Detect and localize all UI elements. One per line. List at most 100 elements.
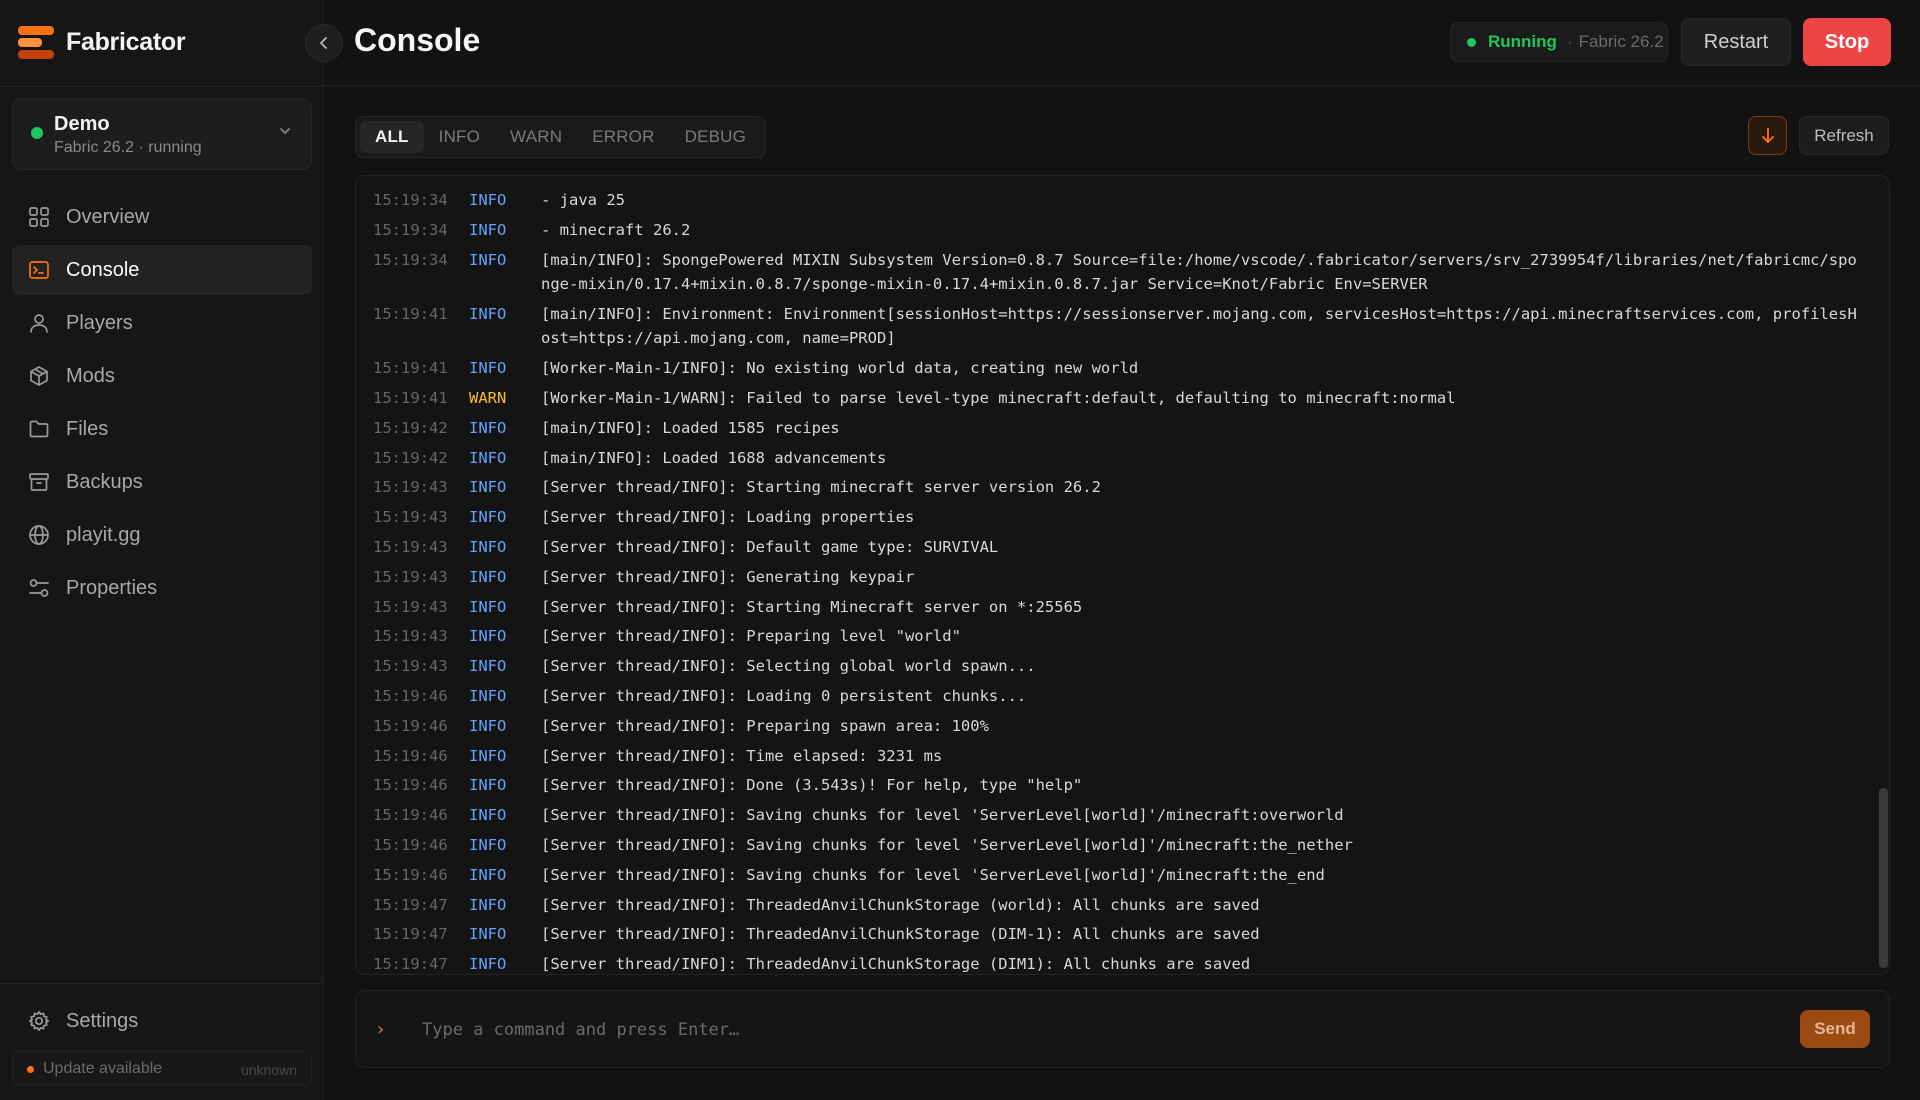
log-level: WARN xyxy=(469,388,507,407)
log-timestamp: 15:19:43 xyxy=(373,478,448,497)
filter-tab-debug[interactable]: DEBUG xyxy=(670,121,761,153)
command-bar: › Send xyxy=(355,990,1890,1068)
log-row: 15:19:46 INFO [Server thread/INFO]: Saving… xyxy=(356,801,1876,831)
log-message: [Server thread/INFO]: Saving chunks for … xyxy=(541,806,1344,825)
log-timestamp: 15:19:43 xyxy=(373,508,448,527)
log-timestamp: 15:19:46 xyxy=(373,746,448,765)
sidebar-item-console[interactable]: Console xyxy=(12,245,312,295)
server-name: Demo xyxy=(54,113,110,135)
status-separator: · xyxy=(1566,32,1573,51)
log-message: [Server thread/INFO]: ThreadedAnvilChunk… xyxy=(541,955,1251,974)
log-level: INFO xyxy=(469,865,507,884)
sidebar: Fabricator Demo Fabric 26.2 · running Ov… xyxy=(0,0,324,1100)
status-dot xyxy=(1467,37,1476,47)
log-row: 15:19:41 INFO [main/INFO]: Environment: En… xyxy=(356,300,1876,354)
sidebar-item-label: Backups xyxy=(66,470,143,493)
log-timestamp: 15:19:43 xyxy=(373,567,448,586)
log-level: INFO xyxy=(469,776,507,795)
log-row: 15:19:42 INFO [main/INFO]: Loaded 1585 rec… xyxy=(356,414,1876,444)
sidebar-item-playit[interactable]: playit.gg xyxy=(12,510,312,560)
log-message: [Server thread/INFO]: Preparing spawn ar… xyxy=(541,716,989,735)
log-level: INFO xyxy=(469,806,507,825)
log-message: [Server thread/INFO]: Default game type:… xyxy=(541,537,999,556)
log-message: [main/INFO]: Environment: Environment[se… xyxy=(541,304,1857,348)
filter-tab-error[interactable]: ERROR xyxy=(577,121,669,153)
brand[interactable]: Fabricator xyxy=(18,22,186,62)
log-level: INFO xyxy=(469,657,507,676)
log-message: [main/INFO]: SpongePowered MIXIN Subsyst… xyxy=(541,250,1857,294)
log-row: 15:19:46 INFO [Server thread/INFO]: Saving… xyxy=(356,861,1876,891)
log-row: 15:19:43 INFO [Server thread/INFO]: Genera… xyxy=(356,563,1876,593)
log-level: INFO xyxy=(469,418,507,437)
log-row: 15:19:46 INFO [Server thread/INFO]: Time e… xyxy=(356,742,1876,772)
globe-icon xyxy=(28,524,50,546)
folder-icon xyxy=(28,418,50,440)
page-title: Console xyxy=(354,22,481,58)
log-scrollbar[interactable] xyxy=(1879,788,1888,968)
log-message: [main/INFO]: Loaded 1585 recipes xyxy=(541,418,840,437)
log-message: [Server thread/INFO]: ThreadedAnvilChunk… xyxy=(541,895,1260,914)
log-timestamp: 15:19:43 xyxy=(373,537,448,556)
collapse-sidebar-button[interactable] xyxy=(305,24,343,62)
status-version: Fabric 26.2 xyxy=(1578,32,1664,51)
log-row: 15:19:43 INFO [Server thread/INFO]: Starti… xyxy=(356,473,1876,503)
log-timestamp: 15:19:43 xyxy=(373,597,448,616)
send-button[interactable]: Send xyxy=(1800,1010,1870,1048)
filter-tab-info[interactable]: INFO xyxy=(424,121,495,153)
server-selector[interactable]: Demo Fabric 26.2 · running xyxy=(12,98,312,170)
sidebar-item-label: Overview xyxy=(66,205,150,228)
log-row: 15:19:46 INFO [Server thread/INFO]: Done (… xyxy=(356,771,1876,801)
log-row: 15:19:43 INFO [Server thread/INFO]: Starti… xyxy=(356,593,1876,623)
log-message: [Server thread/INFO]: Starting Minecraft… xyxy=(541,597,1083,616)
log-timestamp: 15:19:46 xyxy=(373,865,448,884)
sidebar-item-properties[interactable]: Properties xyxy=(12,563,312,613)
update-available-pill[interactable]: Update available unknown xyxy=(12,1050,312,1086)
sidebar-item-label: Mods xyxy=(66,364,115,387)
log-timestamp: 15:19:42 xyxy=(373,448,448,467)
log-message: [Server thread/INFO]: Loading properties xyxy=(541,508,915,527)
sidebar-item-mods[interactable]: Mods xyxy=(12,351,312,401)
log-message: [Server thread/INFO]: Starting minecraft… xyxy=(541,478,1101,497)
log-level: INFO xyxy=(469,359,507,378)
server-subtitle: Fabric 26.2 · running xyxy=(54,139,202,156)
server-status-dot xyxy=(31,127,43,139)
log-message: [Server thread/INFO]: Generating keypair xyxy=(541,567,915,586)
scroll-to-bottom-button[interactable] xyxy=(1748,116,1787,155)
log-timestamp: 15:19:41 xyxy=(373,304,448,323)
server-status-badge: Running · Fabric 26.2 xyxy=(1450,22,1668,62)
log-row: 15:19:43 INFO [Server thread/INFO]: Prepar… xyxy=(356,622,1876,652)
log-row: 15:19:47 INFO [Server thread/INFO]: Thread… xyxy=(356,920,1876,950)
log-timestamp: 15:19:42 xyxy=(373,418,448,437)
sidebar-item-label: Settings xyxy=(66,1009,139,1032)
sidebar-item-overview[interactable]: Overview xyxy=(12,192,312,242)
prompt-chevron-icon: › xyxy=(375,1019,386,1040)
terminal-icon xyxy=(28,259,50,281)
log-timestamp: 15:19:47 xyxy=(373,895,448,914)
update-version: unknown xyxy=(240,1062,297,1078)
divider xyxy=(0,86,324,87)
log-message: [Server thread/INFO]: Loading 0 persiste… xyxy=(541,686,1027,705)
stop-button[interactable]: Stop xyxy=(1803,18,1891,66)
sidebar-item-backups[interactable]: Backups xyxy=(12,457,312,507)
sidebar-item-label: Properties xyxy=(66,576,158,599)
log-message: [Server thread/INFO]: Saving chunks for … xyxy=(541,865,1325,884)
command-input[interactable] xyxy=(422,1011,1722,1049)
sidebar-item-files[interactable]: Files xyxy=(12,404,312,454)
console-log[interactable]: 15:19:34 INFO - java 25 15:19:34 INFO - minec… xyxy=(355,175,1890,975)
refresh-button[interactable]: Refresh xyxy=(1799,116,1889,155)
fabricator-logo-icon xyxy=(18,24,54,60)
sidebar-item-players[interactable]: Players xyxy=(12,298,312,348)
filter-tab-all[interactable]: ALL xyxy=(360,121,424,153)
page-header: Console Running · Fabric 26.2 Restart St… xyxy=(305,0,1920,86)
filter-tab-warn[interactable]: WARN xyxy=(495,121,577,153)
log-list: 15:19:34 INFO - java 25 15:19:34 INFO - minec… xyxy=(356,176,1876,974)
chevron-down-icon xyxy=(280,128,290,135)
log-message: [Server thread/INFO]: Time elapsed: 3231… xyxy=(541,746,943,765)
log-level-filter: ALL INFO WARN ERROR DEBUG xyxy=(355,116,767,158)
restart-button[interactable]: Restart xyxy=(1681,18,1791,66)
log-row: 15:19:41 WARN [Worker-Main-1/WARN]: Failed… xyxy=(356,384,1876,414)
gear-icon xyxy=(28,1010,50,1032)
log-timestamp: 15:19:46 xyxy=(373,835,448,854)
sidebar-item-settings[interactable]: Settings xyxy=(12,996,312,1046)
log-timestamp: 15:19:41 xyxy=(373,388,448,407)
